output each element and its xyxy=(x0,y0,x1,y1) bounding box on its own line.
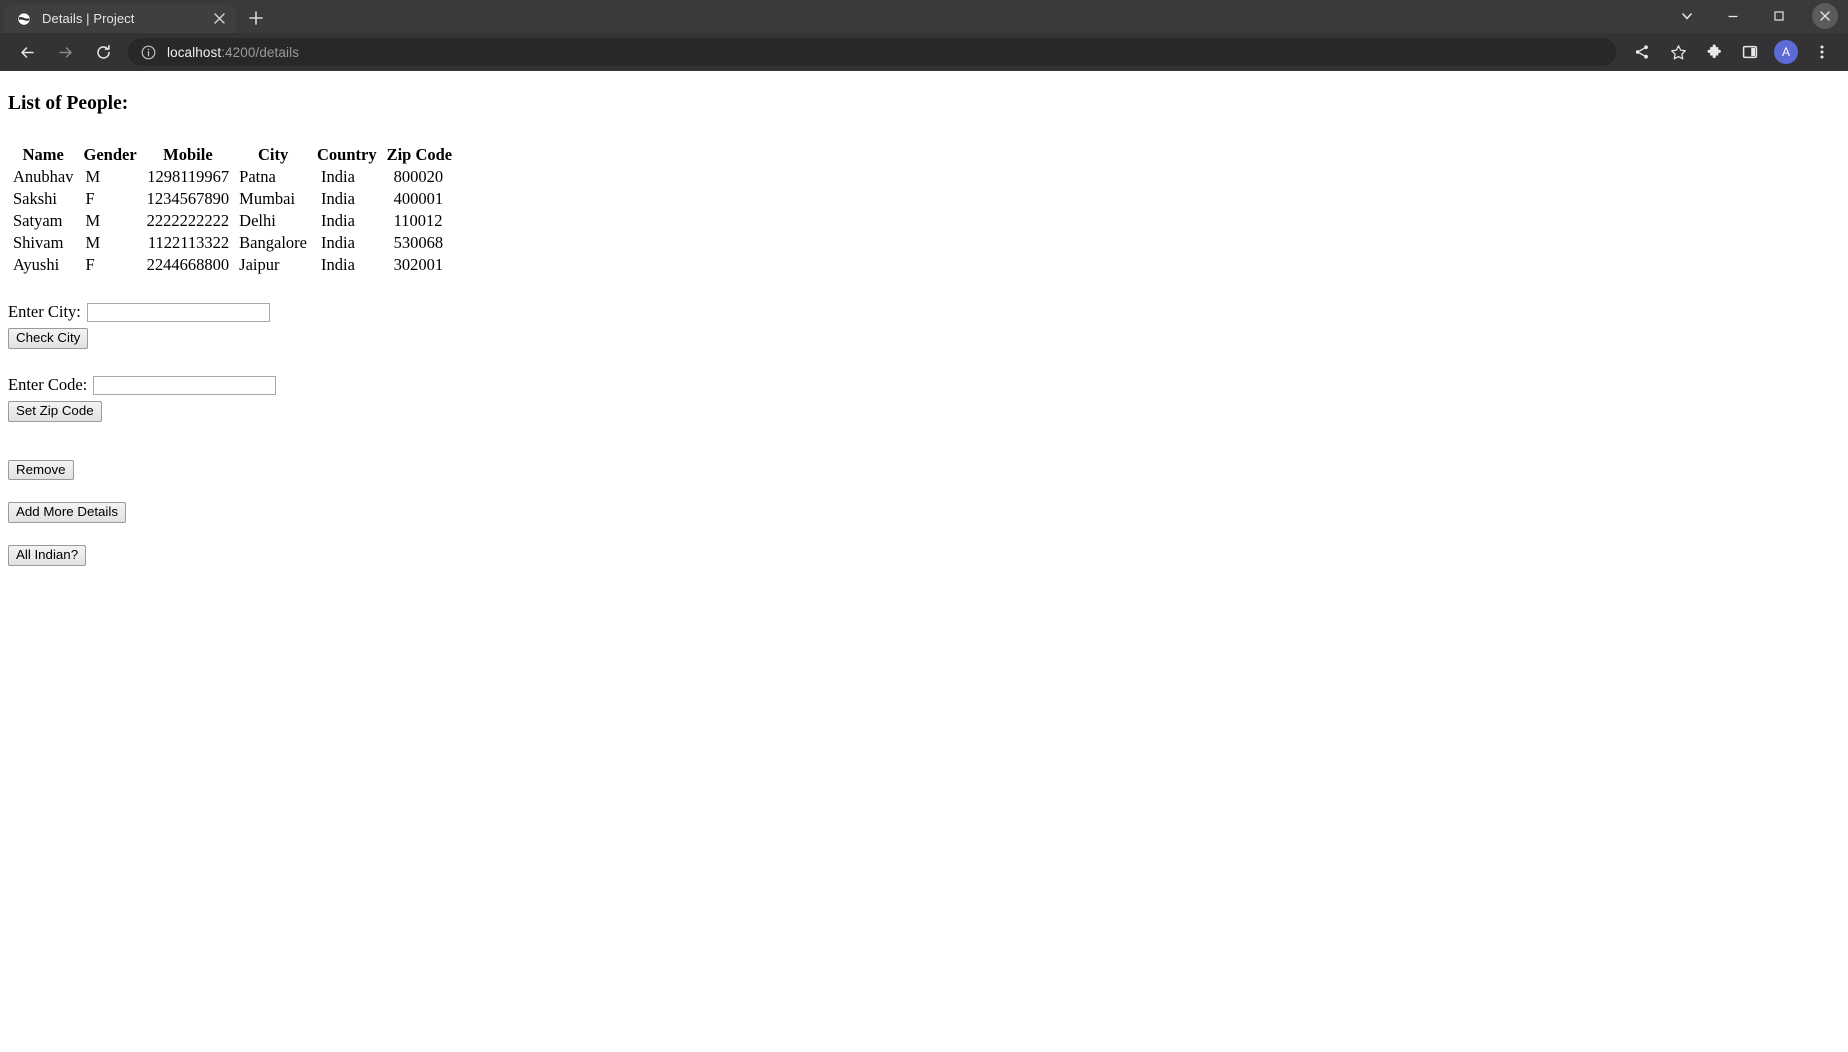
cell-city: Bangalore xyxy=(239,233,307,253)
share-icon[interactable] xyxy=(1627,37,1657,67)
cell-city: Mumbai xyxy=(239,189,296,209)
column-header-zip: Zip Code xyxy=(386,145,453,165)
cell-zip: 800020 xyxy=(393,167,444,187)
info-circle-icon[interactable] xyxy=(140,44,156,60)
cell-name: Shivam xyxy=(13,233,64,253)
enter-city-label: Enter City: xyxy=(8,302,81,322)
forward-arrow-icon[interactable] xyxy=(50,37,80,67)
cell-gender: M xyxy=(85,167,101,187)
minimize-icon[interactable] xyxy=(1710,0,1756,32)
page-title: List of People: xyxy=(8,93,129,114)
table-row: Anubhav M 1298119967 Patna India 800020 xyxy=(8,166,457,188)
cell-gender: F xyxy=(85,189,95,209)
chevron-down-icon[interactable] xyxy=(1664,0,1710,32)
cell-country: India xyxy=(320,233,355,253)
url-host: localhost xyxy=(167,44,222,60)
cell-name: Ayushi xyxy=(13,255,60,275)
set-zip-code-button[interactable]: Set Zip Code xyxy=(8,401,102,422)
check-city-button[interactable]: Check City xyxy=(8,328,89,350)
window-close-icon[interactable] xyxy=(1802,0,1848,32)
column-header-city: City xyxy=(257,145,289,165)
cell-zip: 400001 xyxy=(393,189,444,209)
reload-icon[interactable] xyxy=(88,37,118,67)
puzzle-icon[interactable] xyxy=(1699,37,1729,67)
url-path: :4200/details xyxy=(221,44,300,60)
check-city-row: Check City xyxy=(8,328,1840,350)
table-header-row: Name Gender Mobile City Country Zip Code xyxy=(8,144,457,166)
table-row: Ayushi F 2244668800 Jaipur India 302001 xyxy=(8,254,457,276)
cell-mobile: 2222222222 xyxy=(146,211,230,231)
browser-toolbar: localhost:4200/details A xyxy=(0,33,1848,71)
cell-mobile: 2244668800 xyxy=(146,255,230,275)
page-viewport: List of People: Name Gender Mobile City … xyxy=(0,71,1848,1052)
cell-city: Delhi xyxy=(239,211,276,231)
browser-window: Details | Project localhost:4200/details… xyxy=(0,0,1848,1052)
cell-zip: 302001 xyxy=(393,255,444,275)
globe-favicon xyxy=(16,11,32,27)
column-header-country: Country xyxy=(316,145,377,165)
cell-name: Anubhav xyxy=(13,167,74,187)
column-header-mobile: Mobile xyxy=(163,145,213,165)
cell-name: Satyam xyxy=(13,211,63,231)
enter-code-label: Enter Code: xyxy=(8,375,88,395)
cell-gender: M xyxy=(85,233,101,253)
code-input[interactable] xyxy=(93,375,277,395)
all-indian-row: All Indian? xyxy=(8,544,1840,566)
cell-country: India xyxy=(320,189,355,209)
cell-city: Jaipur xyxy=(239,255,280,275)
three-dot-menu-icon[interactable] xyxy=(1807,37,1837,67)
table-row: Satyam M 2222222222 Delhi India 110012 xyxy=(8,210,457,232)
page-content: List of People: Name Gender Mobile City … xyxy=(0,71,1848,574)
cell-country: India xyxy=(320,167,355,187)
column-header-gender: Gender xyxy=(83,145,137,165)
table-row: Shivam M 1122113322 Bangalore India 5300… xyxy=(8,232,457,254)
set-zip-code-row: Set Zip Code xyxy=(8,401,1840,422)
table-row: Sakshi F 1234567890 Mumbai India 400001 xyxy=(8,188,457,210)
address-bar[interactable]: localhost:4200/details xyxy=(128,38,1616,66)
remove-row: Remove xyxy=(8,459,1840,481)
tab-title: Details | Project xyxy=(42,11,135,26)
cell-zip: 110012 xyxy=(393,211,443,231)
cell-name: Sakshi xyxy=(13,189,58,209)
plus-icon[interactable] xyxy=(242,4,270,32)
window-controls xyxy=(1664,0,1848,33)
maximize-icon[interactable] xyxy=(1756,0,1802,32)
address-bar-url: localhost:4200/details xyxy=(167,45,299,60)
remove-button[interactable]: Remove xyxy=(8,459,74,481)
table-body: Anubhav M 1298119967 Patna India 800020 … xyxy=(8,166,457,276)
city-input[interactable] xyxy=(86,302,270,322)
table-header: Name Gender Mobile City Country Zip Code xyxy=(8,144,457,166)
cell-gender: F xyxy=(85,255,95,275)
column-header-name: Name xyxy=(22,145,64,165)
cell-zip: 530068 xyxy=(393,233,444,253)
back-arrow-icon[interactable] xyxy=(12,37,42,67)
cell-country: India xyxy=(320,211,355,231)
browser-tab-active[interactable]: Details | Project xyxy=(4,4,236,33)
cell-gender: M xyxy=(85,211,101,231)
city-form-row: Enter City: xyxy=(8,302,1840,322)
all-indian-button[interactable]: All Indian? xyxy=(8,544,87,566)
add-more-details-button[interactable]: Add More Details xyxy=(8,502,126,523)
side-panel-icon[interactable] xyxy=(1735,37,1765,67)
cell-city: Patna xyxy=(239,167,276,187)
cell-mobile: 1234567890 xyxy=(146,189,230,209)
add-more-details-row: Add More Details xyxy=(8,502,1840,523)
cell-mobile: 1298119967 xyxy=(147,167,230,187)
star-icon[interactable] xyxy=(1663,37,1693,67)
close-icon[interactable] xyxy=(210,10,228,28)
avatar[interactable]: A xyxy=(1774,40,1798,64)
cell-mobile: 1122113322 xyxy=(147,233,230,253)
people-table: Name Gender Mobile City Country Zip Code… xyxy=(8,144,457,276)
tab-strip: Details | Project xyxy=(0,0,1848,33)
toolbar-actions: A xyxy=(1624,37,1840,67)
code-form-row: Enter Code: xyxy=(8,375,1840,395)
cell-country: India xyxy=(320,255,355,275)
